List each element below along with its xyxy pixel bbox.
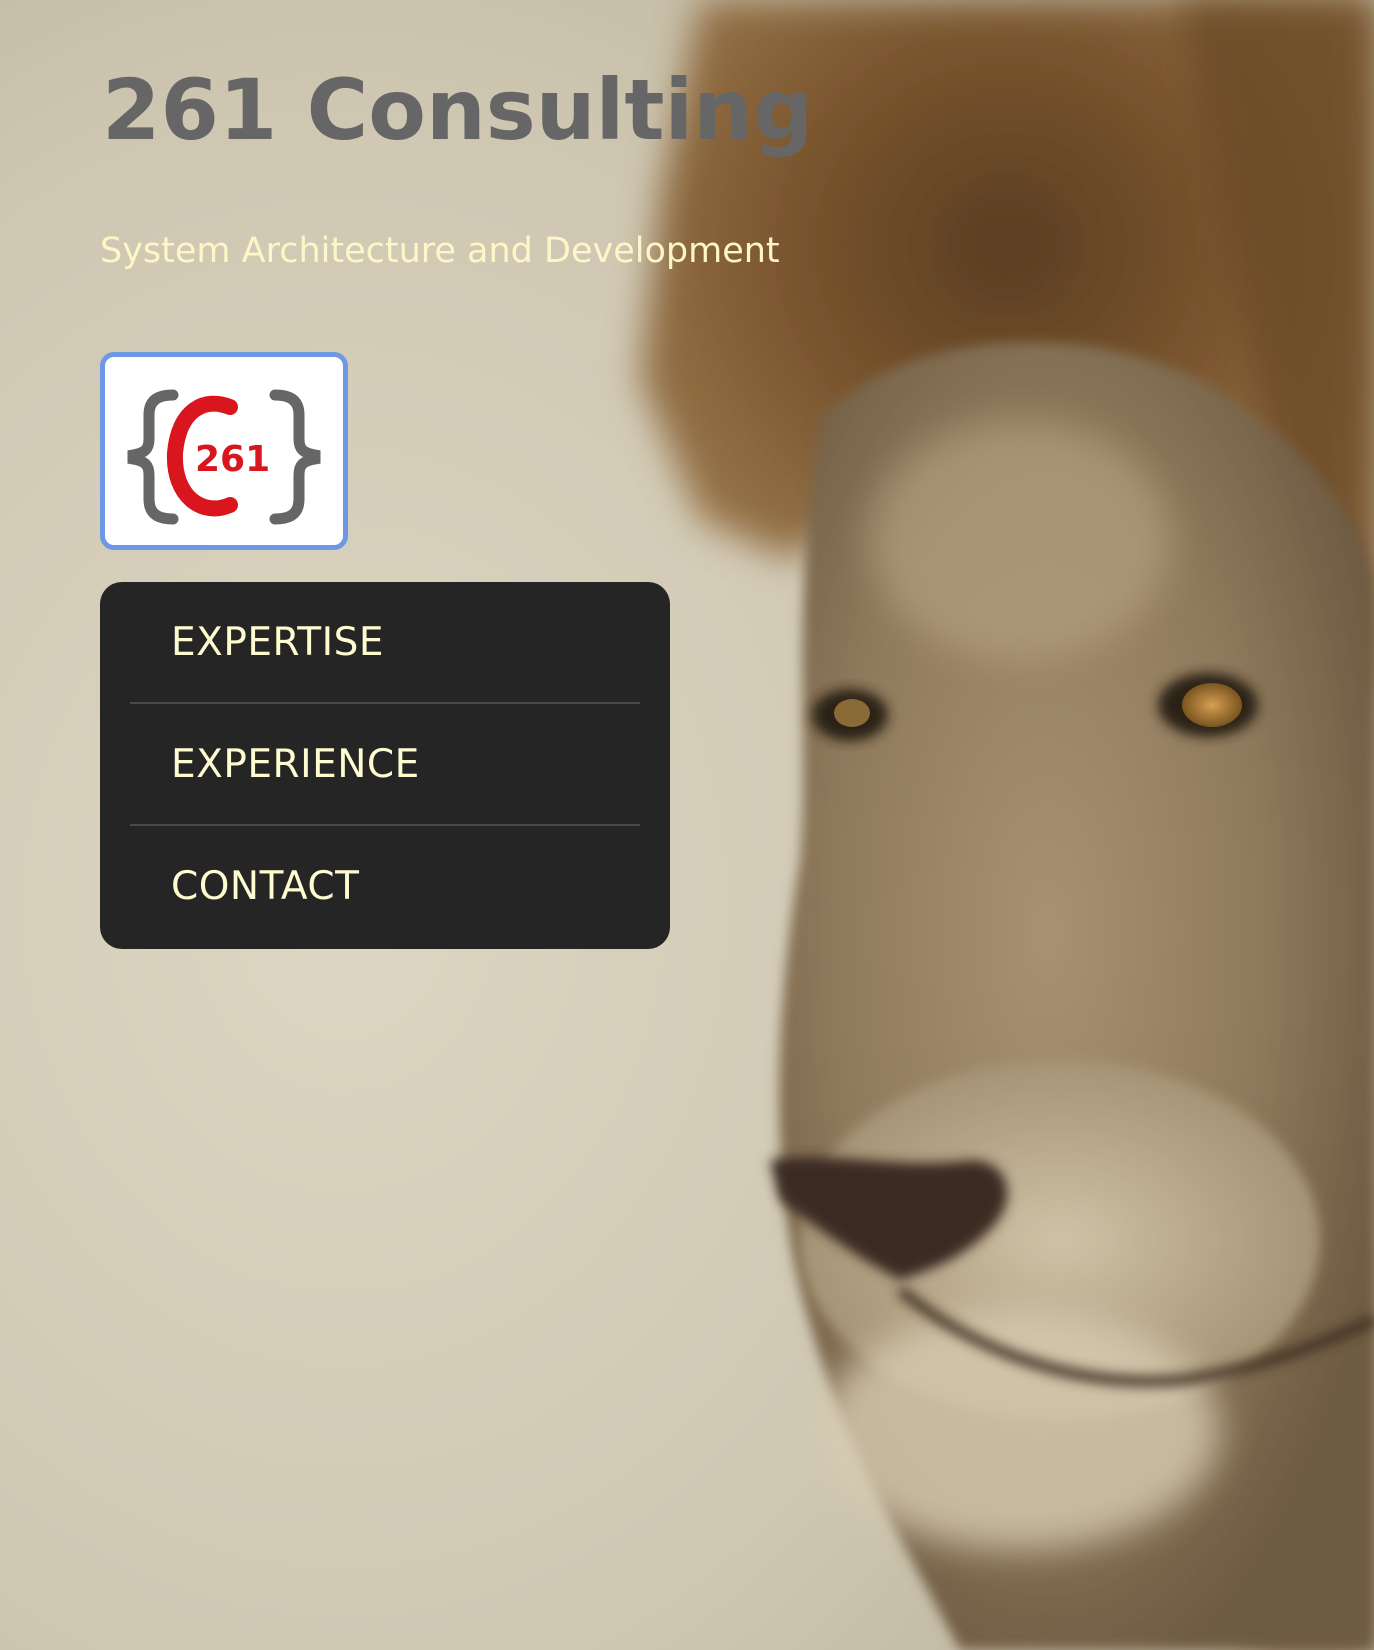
logo-link[interactable]: 261 — [100, 352, 348, 550]
nav-label-experience: EXPERIENCE — [171, 742, 420, 787]
nav-item-experience[interactable]: EXPERIENCE — [130, 704, 640, 826]
nav-label-expertise: EXPERTISE — [171, 620, 385, 665]
logo-number: 261 — [195, 439, 270, 480]
main-nav: EXPERTISE EXPERIENCE CONTACT — [100, 582, 670, 949]
nav-item-expertise[interactable]: EXPERTISE — [130, 582, 640, 704]
c261-logo-icon: 261 — [127, 389, 321, 525]
site-tagline: System Architecture and Development — [100, 231, 780, 271]
page-content: 261 Consulting System Architecture and D… — [0, 0, 1374, 1650]
nav-label-contact: CONTACT — [171, 864, 360, 909]
nav-item-contact[interactable]: CONTACT — [130, 826, 640, 948]
site-title: 261 Consulting — [102, 61, 814, 159]
